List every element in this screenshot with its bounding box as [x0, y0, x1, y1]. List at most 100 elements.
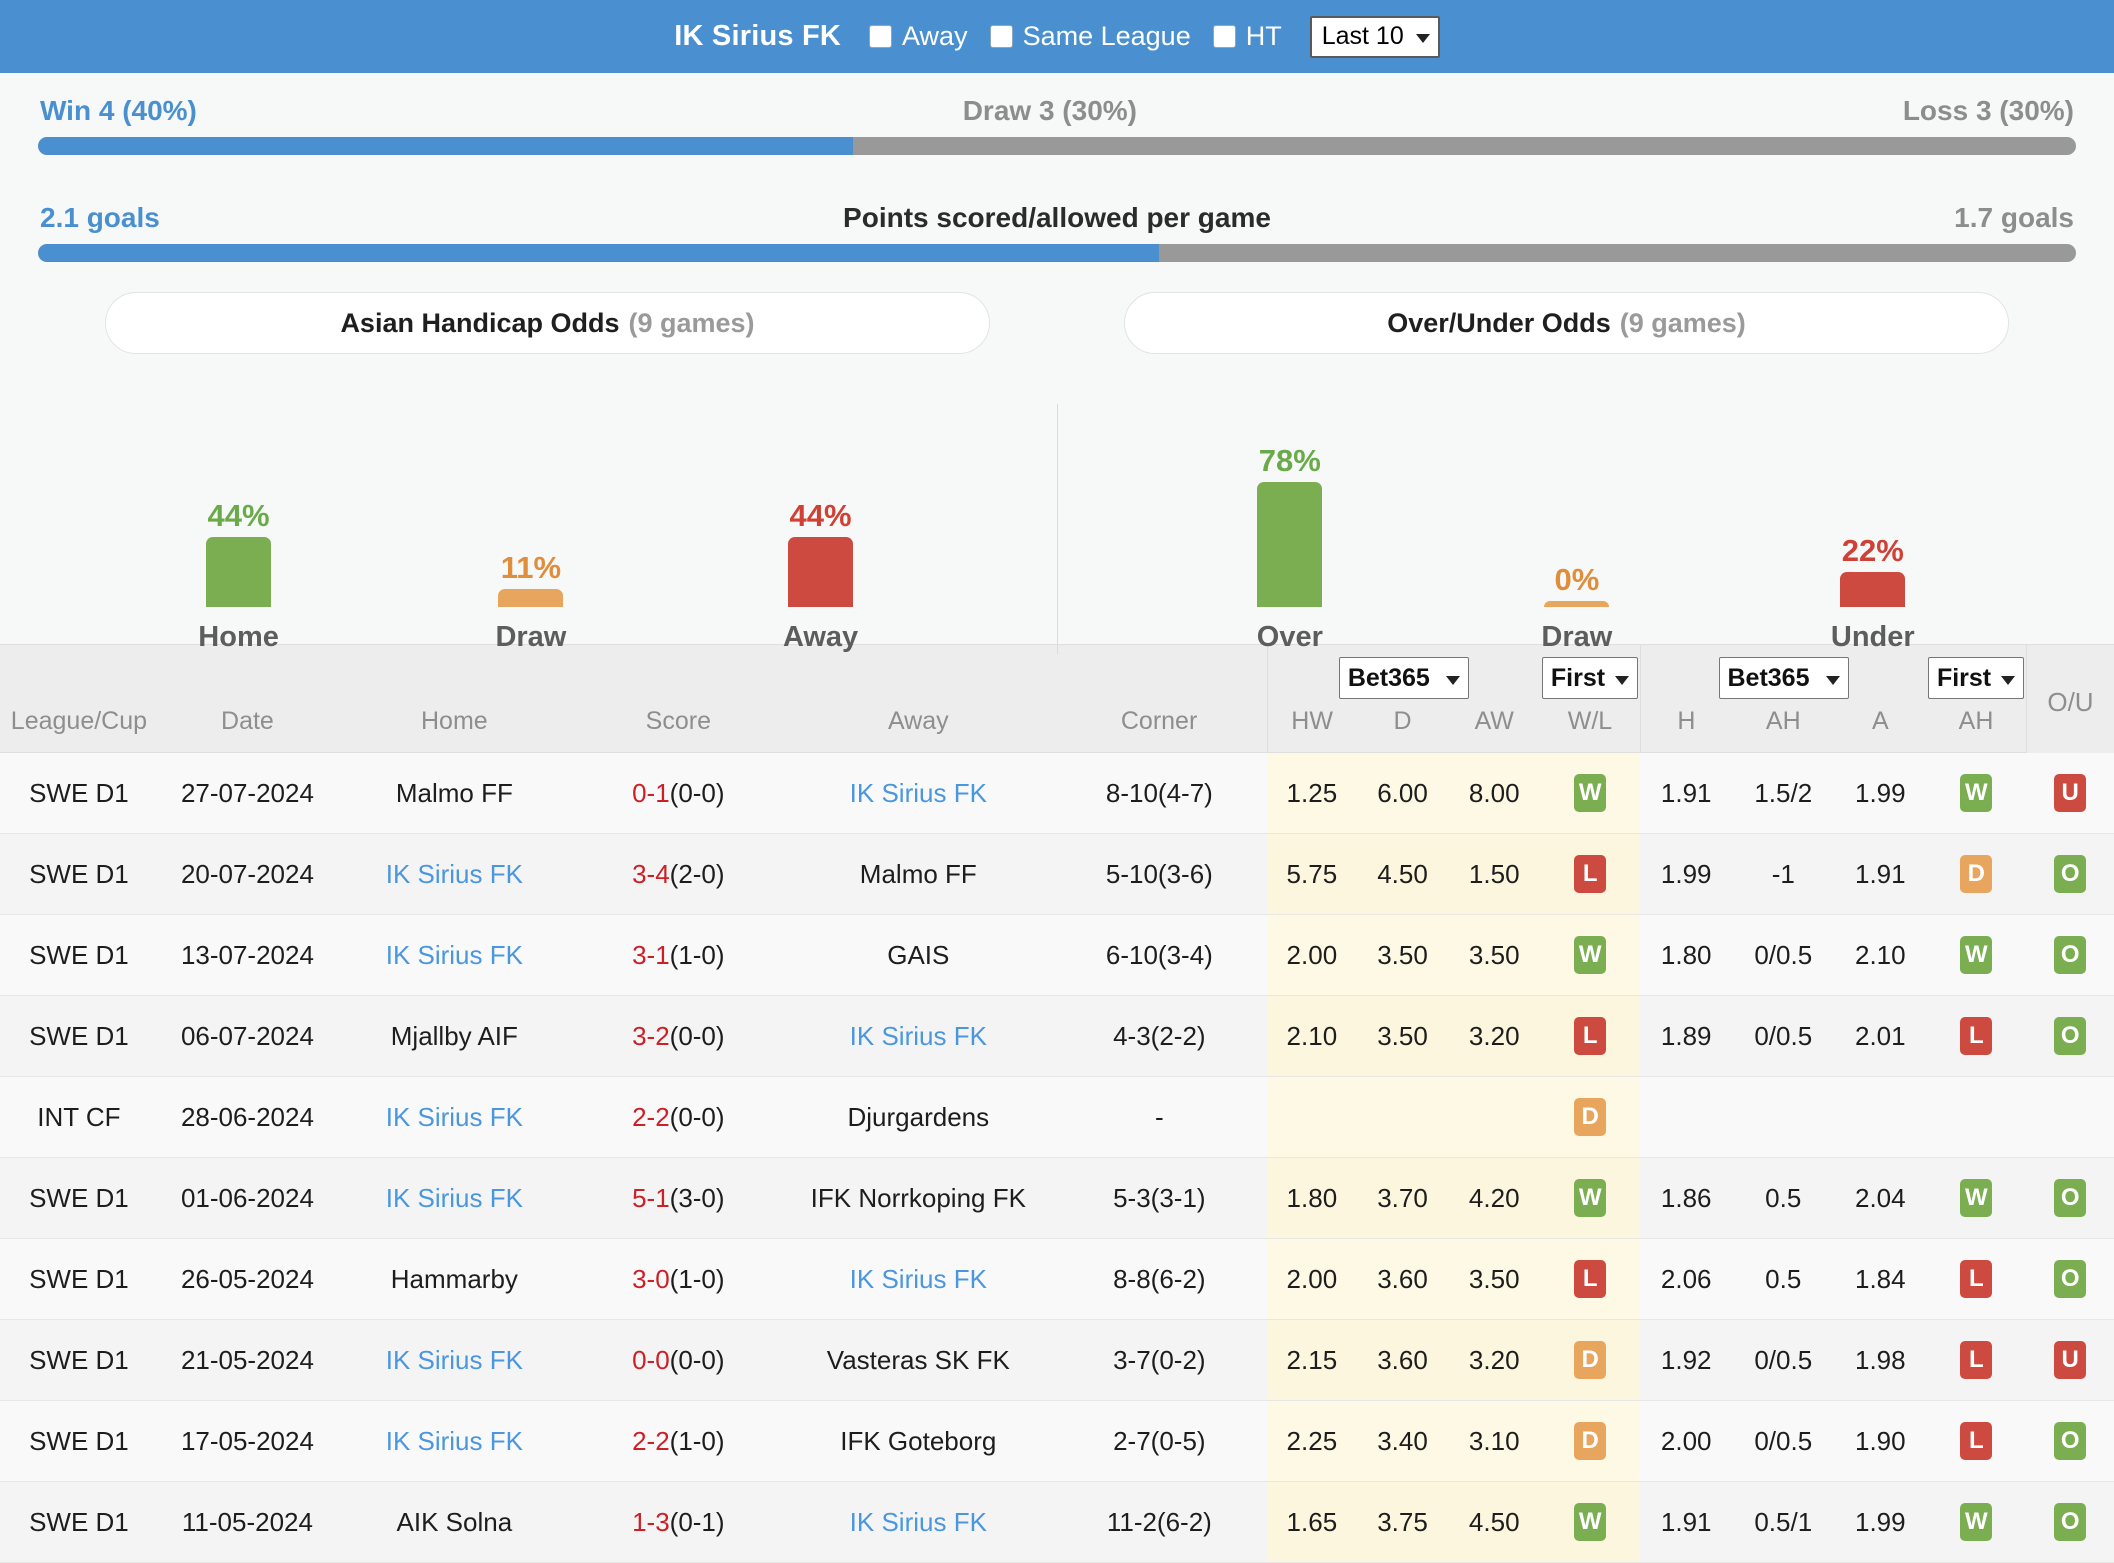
cell-ou: U: [2026, 753, 2114, 834]
cell-away[interactable]: Malmo FF: [785, 834, 1052, 915]
table-row[interactable]: SWE D111-05-2024AIK Solna1-3(0-1)IK Siri…: [0, 1482, 2114, 1563]
away-team-name[interactable]: IK Sirius FK: [850, 1507, 987, 1537]
table-row[interactable]: SWE D126-05-2024Hammarby3-0(1-0)IK Siriu…: [0, 1239, 2114, 1320]
bookmaker-select-ah[interactable]: Bet365: [1719, 657, 1849, 699]
home-team-name[interactable]: IK Sirius FK: [386, 859, 523, 889]
home-team-name[interactable]: IK Sirius FK: [386, 1183, 523, 1213]
same-league-checkbox[interactable]: [990, 25, 1013, 48]
th-away-label: Away: [785, 703, 1052, 753]
chart-column: 22%Under: [1831, 404, 1915, 654]
cell-hw: [1267, 1077, 1357, 1158]
cell-home[interactable]: Mjallby AIF: [337, 996, 572, 1077]
cell-score: 2-2(1-0): [572, 1401, 785, 1482]
away-team-name: Djurgardens: [847, 1102, 989, 1132]
period-select-ah[interactable]: First: [1928, 657, 2024, 699]
cell-a: 2.01: [1834, 996, 1926, 1077]
points-per-game-title: Points scored/allowed per game: [843, 202, 1271, 234]
cell-a: 2.10: [1834, 915, 1926, 996]
score-halftime: (3-0): [670, 1183, 725, 1213]
cell-d: 6.00: [1357, 753, 1449, 834]
home-team-name[interactable]: IK Sirius FK: [386, 940, 523, 970]
home-team-name[interactable]: IK Sirius FK: [386, 1426, 523, 1456]
cell-home[interactable]: IK Sirius FK: [337, 915, 572, 996]
cell-aw: 4.50: [1448, 1482, 1540, 1563]
cell-away[interactable]: IK Sirius FK: [785, 753, 1052, 834]
match-range-select[interactable]: Last 10: [1310, 16, 1440, 58]
home-team-name: Malmo FF: [396, 778, 513, 808]
cell-ou: U: [2026, 1320, 2114, 1401]
cell-away[interactable]: Djurgardens: [785, 1077, 1052, 1158]
cell-away[interactable]: Vasteras SK FK: [785, 1320, 1052, 1401]
cell-ah-line: 0.5: [1732, 1158, 1834, 1239]
matches-table: Bet365 First Bet365: [0, 644, 2114, 1563]
table-row[interactable]: SWE D113-07-2024IK Sirius FK3-1(1-0)GAIS…: [0, 915, 2114, 996]
cell-home[interactable]: AIK Solna: [337, 1482, 572, 1563]
filter-ht[interactable]: HT: [1213, 21, 1282, 52]
status-badge: O: [2054, 1422, 2086, 1460]
away-checkbox[interactable]: [869, 25, 892, 48]
ht-checkbox[interactable]: [1213, 25, 1236, 48]
cell-h: 1.92: [1640, 1320, 1732, 1401]
summary-section: Win 4 (40%) Draw 3 (30%) Loss 3 (30%) 2.…: [0, 73, 2114, 266]
period-select-1x2[interactable]: First: [1542, 657, 1638, 699]
chart-column: 11%Draw: [495, 404, 566, 654]
cell-home[interactable]: IK Sirius FK: [337, 834, 572, 915]
tab-asian-handicap-odds[interactable]: Asian Handicap Odds (9 games): [105, 292, 990, 354]
away-team-name[interactable]: IK Sirius FK: [850, 1021, 987, 1051]
cell-away[interactable]: IK Sirius FK: [785, 1239, 1052, 1320]
cell-date: 06-07-2024: [158, 996, 337, 1077]
th-a: A: [1834, 703, 1926, 753]
tab-over-under-odds[interactable]: Over/Under Odds (9 games): [1124, 292, 2009, 354]
table-row[interactable]: SWE D121-05-2024IK Sirius FK0-0(0-0)Vast…: [0, 1320, 2114, 1401]
draw-label: Draw 3 (30%): [963, 95, 1137, 127]
cell-d: 3.50: [1357, 996, 1449, 1077]
cell-home[interactable]: Hammarby: [337, 1239, 572, 1320]
status-badge: W: [1960, 774, 1992, 812]
cell-aw: [1448, 1077, 1540, 1158]
cell-wl: L: [1540, 996, 1640, 1077]
away-team-name[interactable]: IK Sirius FK: [850, 778, 987, 808]
cell-d: 3.75: [1357, 1482, 1449, 1563]
cell-home[interactable]: IK Sirius FK: [337, 1320, 572, 1401]
table-row[interactable]: SWE D106-07-2024Mjallby AIF3-2(0-0)IK Si…: [0, 996, 2114, 1077]
table-row[interactable]: SWE D120-07-2024IK Sirius FK3-4(2-0)Malm…: [0, 834, 2114, 915]
away-team-name[interactable]: IK Sirius FK: [850, 1264, 987, 1294]
cell-away[interactable]: IFK Goteborg: [785, 1401, 1052, 1482]
cell-h: 1.91: [1640, 753, 1732, 834]
chart-value-label: 11%: [501, 552, 561, 583]
cell-h: [1640, 1077, 1732, 1158]
cell-away[interactable]: IK Sirius FK: [785, 996, 1052, 1077]
filter-same-league[interactable]: Same League: [990, 21, 1191, 52]
cell-date: 21-05-2024: [158, 1320, 337, 1401]
cell-wl: L: [1540, 834, 1640, 915]
cell-corner: 5-10(3-6): [1052, 834, 1267, 915]
cell-home[interactable]: IK Sirius FK: [337, 1401, 572, 1482]
table-row[interactable]: SWE D127-07-2024Malmo FF0-1(0-0)IK Siriu…: [0, 753, 2114, 834]
cell-league: INT CF: [0, 1077, 158, 1158]
status-badge: L: [1960, 1260, 1992, 1298]
table-row[interactable]: SWE D101-06-2024IK Sirius FK5-1(3-0)IFK …: [0, 1158, 2114, 1239]
filter-away[interactable]: Away: [869, 21, 968, 52]
home-team-name[interactable]: IK Sirius FK: [386, 1102, 523, 1132]
wdl-bar: [38, 137, 2076, 155]
cell-away[interactable]: IFK Norrkoping FK: [785, 1158, 1052, 1239]
cell-home[interactable]: IK Sirius FK: [337, 1077, 572, 1158]
cell-ah-result: W: [1926, 1158, 2026, 1239]
table-row[interactable]: SWE D117-05-2024IK Sirius FK2-2(1-0)IFK …: [0, 1401, 2114, 1482]
chart-bar: [788, 537, 853, 607]
table-header-bottom: League/Cup Date Home Score Away Corner H…: [0, 703, 2114, 753]
cell-ah-result: L: [1926, 1239, 2026, 1320]
home-team-name: Mjallby AIF: [391, 1021, 518, 1051]
home-team-name[interactable]: IK Sirius FK: [386, 1345, 523, 1375]
bookmaker-select-1x2-value: Bet365: [1348, 666, 1430, 691]
cell-date: 27-07-2024: [158, 753, 337, 834]
goals-labels: 2.1 goals Points scored/allowed per game…: [38, 202, 2076, 244]
table-row[interactable]: INT CF28-06-2024IK Sirius FK2-2(0-0)Djur…: [0, 1077, 2114, 1158]
cell-away[interactable]: IK Sirius FK: [785, 1482, 1052, 1563]
chevron-down-icon: [2001, 676, 2015, 685]
bookmaker-select-1x2[interactable]: Bet365: [1339, 657, 1469, 699]
cell-home[interactable]: IK Sirius FK: [337, 1158, 572, 1239]
cell-away[interactable]: GAIS: [785, 915, 1052, 996]
cell-hw: 2.25: [1267, 1401, 1357, 1482]
cell-home[interactable]: Malmo FF: [337, 753, 572, 834]
